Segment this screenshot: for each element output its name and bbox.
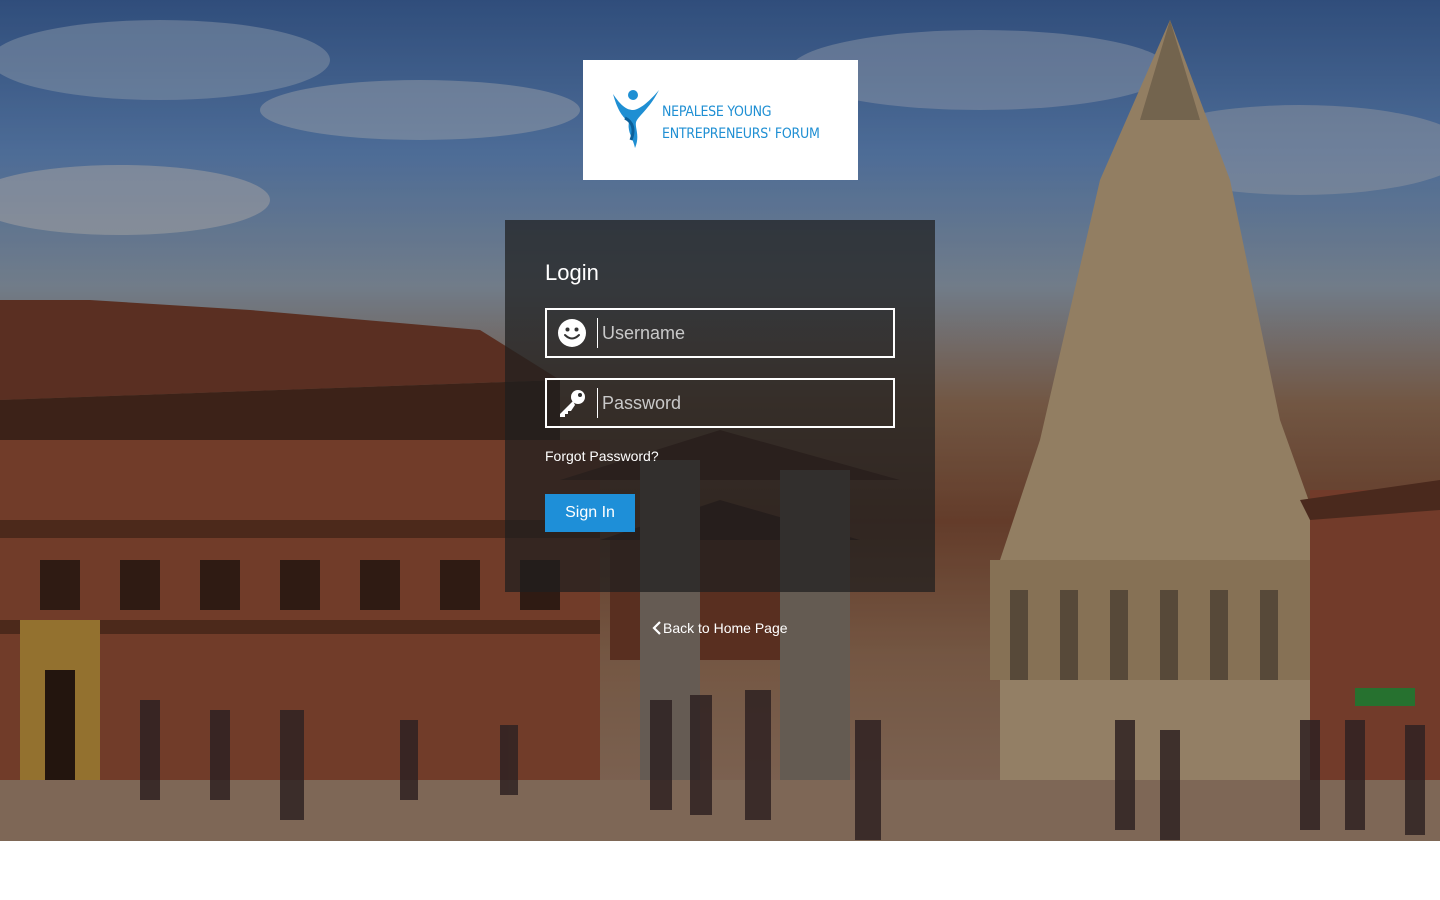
forgot-password-link[interactable]: Forgot Password? — [545, 448, 659, 464]
login-panel: Login Forgot Password? Sign In — [505, 220, 935, 592]
smiley-face-icon — [558, 319, 586, 347]
nyef-figure-logo-icon — [613, 90, 659, 148]
logo-line-2: ENTREPRENEURS' FORUM — [662, 126, 820, 142]
logo-line-1: NEPALESE YOUNG — [662, 104, 772, 120]
username-separator — [597, 318, 598, 348]
password-input[interactable] — [602, 386, 882, 420]
back-to-home-label: Back to Home Page — [663, 620, 788, 636]
password-field[interactable] — [545, 378, 895, 428]
back-to-home-link[interactable]: Back to Home Page — [652, 620, 788, 636]
username-field[interactable] — [545, 308, 895, 358]
key-icon — [560, 390, 585, 417]
login-title: Login — [545, 260, 599, 285]
chevron-left-icon — [652, 621, 661, 635]
site-logo[interactable]: NEPALESE YOUNG ENTREPRENEURS' FORUM — [583, 60, 858, 180]
password-separator — [597, 388, 598, 418]
logo-wordmark: NEPALESE YOUNG ENTREPRENEURS' FORUM — [662, 101, 820, 145]
username-input[interactable] — [602, 316, 882, 350]
sign-in-button[interactable]: Sign In — [545, 494, 635, 532]
